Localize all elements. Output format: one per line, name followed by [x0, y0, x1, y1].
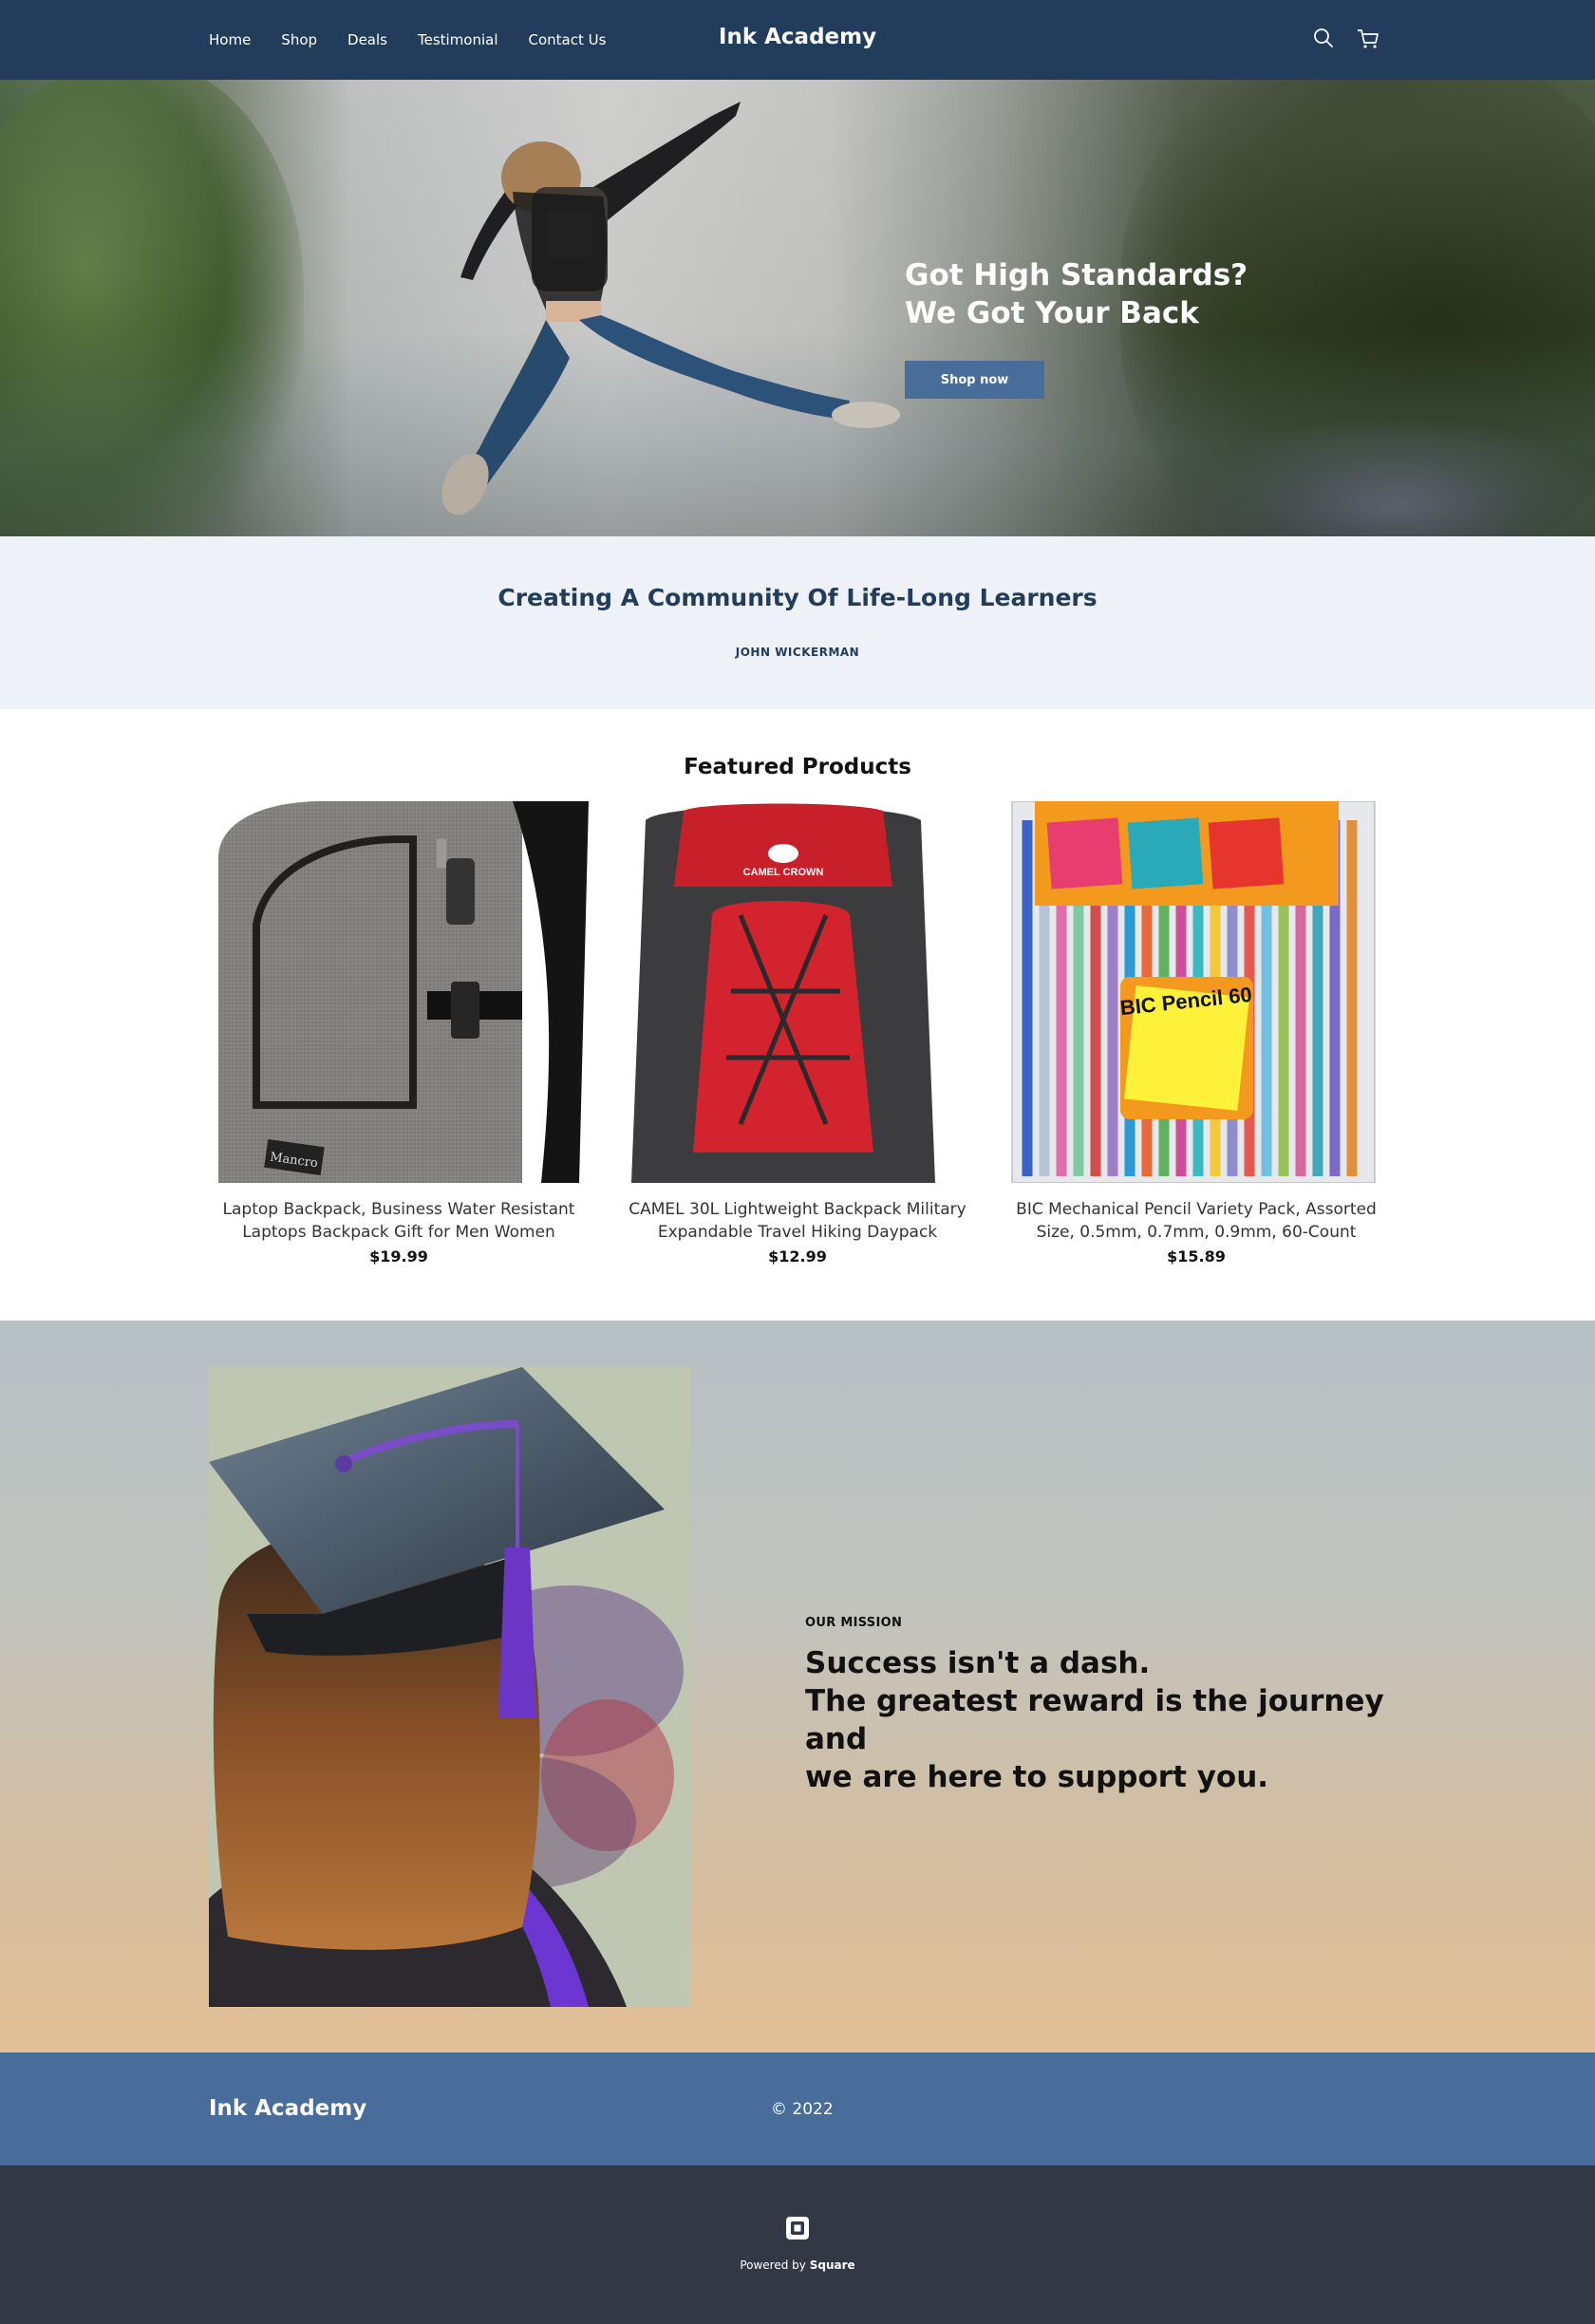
mission-statement: Success isn't a dash. The greatest rewar… — [805, 1644, 1413, 1796]
nav-testimonial-link[interactable]: Testimonial — [418, 31, 498, 48]
product-image-brand-text: CAMEL CROWN — [743, 867, 824, 878]
product-card[interactable]: BIC Pencil 60 BIC Mechanical Pencil Vari… — [1006, 801, 1386, 1265]
hero-banner: Got High Standards? We Got Your Back Sho… — [0, 80, 1595, 536]
product-card[interactable]: Mancro Laptop Backpack, Business Water R… — [209, 801, 589, 1265]
square-logo-icon[interactable] — [784, 2215, 811, 2241]
product-price: $12.99 — [768, 1247, 827, 1265]
mission-label: OUR MISSION — [805, 1616, 903, 1630]
search-icon[interactable] — [1312, 27, 1337, 51]
mission-line-1: Success isn't a dash. — [805, 1646, 1151, 1680]
cart-icon[interactable] — [1356, 27, 1380, 51]
powered-by-text[interactable]: Powered by Square — [0, 2258, 1595, 2272]
site-footer: Ink Academy © 2022 — [0, 2052, 1595, 2165]
shop-now-button[interactable]: Shop now — [905, 361, 1044, 399]
product-price: $15.89 — [1167, 1247, 1226, 1265]
hero-title-line-2: We Got Your Back — [905, 296, 1199, 330]
powered-by-prefix: Powered by — [740, 2258, 806, 2272]
nav-shop-link[interactable]: Shop — [281, 31, 317, 48]
site-header: Home Shop Deals Testimonial Contact Us I… — [0, 0, 1595, 80]
product-name[interactable]: CAMEL 30L Lightweight Backpack Military … — [608, 1198, 987, 1244]
nav-deals-link[interactable]: Deals — [347, 31, 387, 48]
footer-logo[interactable]: Ink Academy — [209, 2096, 366, 2121]
product-image-bic-pencils[interactable]: BIC Pencil 60 — [1006, 801, 1386, 1183]
product-image-camel-backpack[interactable]: CAMEL CROWN — [608, 801, 987, 1183]
mission-line-2: The greatest reward is the journey and — [805, 1684, 1384, 1756]
main-nav: Home Shop Deals Testimonial Contact Us — [209, 0, 636, 80]
mission-line-3: we are here to support you. — [805, 1760, 1269, 1794]
product-name[interactable]: Laptop Backpack, Business Water Resistan… — [209, 1198, 589, 1244]
community-section: Creating A Community Of Life-Long Learne… — [0, 536, 1595, 709]
product-name[interactable]: BIC Mechanical Pencil Variety Pack, Asso… — [1006, 1198, 1386, 1244]
nav-home-link[interactable]: Home — [209, 31, 251, 48]
featured-products-title: Featured Products — [684, 755, 911, 779]
product-card[interactable]: CAMEL CROWN CAMEL 30L Lightweight Backpa… — [608, 801, 987, 1265]
copyright-text: © 2022 — [771, 2100, 834, 2119]
product-image-laptop-backpack[interactable]: Mancro — [209, 801, 589, 1183]
community-author: JOHN WICKERMAN — [735, 646, 860, 659]
hero-title: Got High Standards? We Got Your Back — [905, 256, 1304, 332]
nav-contact-link[interactable]: Contact Us — [529, 31, 607, 48]
powered-by-brand: Square — [809, 2258, 855, 2272]
product-price: $19.99 — [369, 1247, 428, 1265]
community-heading: Creating A Community Of Life-Long Learne… — [497, 584, 1098, 611]
hero-jumping-person-image — [441, 102, 900, 515]
powered-by-bar: Powered by Square — [0, 2165, 1595, 2324]
hero-title-line-1: Got High Standards? — [905, 258, 1248, 292]
graduate-image — [209, 1367, 690, 2007]
